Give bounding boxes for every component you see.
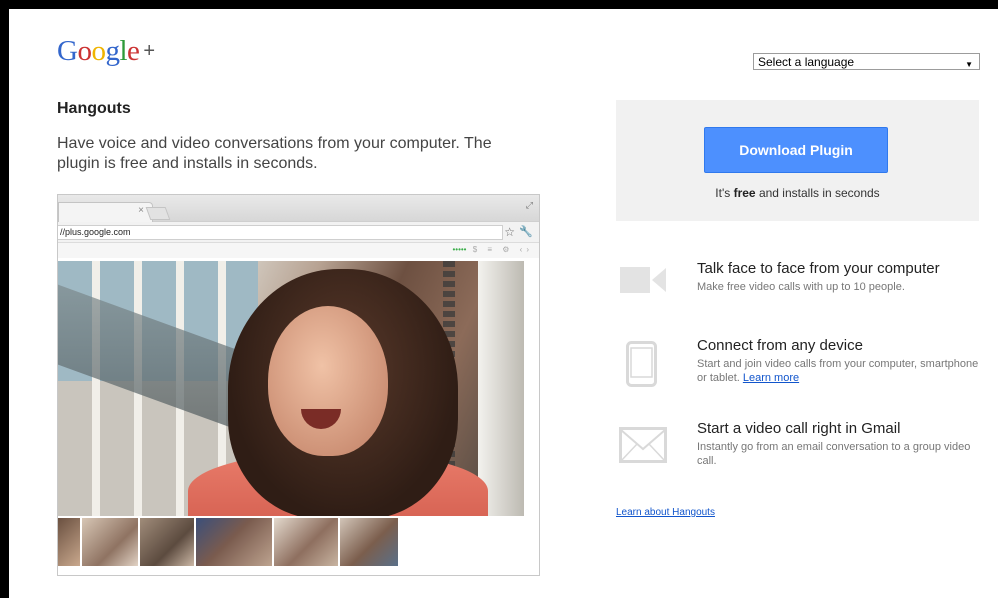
video-camera-icon	[620, 267, 666, 293]
browser-tabbar: × ⤢	[58, 195, 539, 222]
feature-description-text: Start and join video calls from your com…	[697, 358, 979, 384]
download-note: It's free and installs in seconds	[616, 186, 979, 200]
download-note-prefix: It's	[715, 186, 734, 200]
product-tagline: Have voice and video conversations from …	[57, 135, 492, 172]
participant-filmstrip	[58, 516, 539, 568]
url-field: //plus.google.com	[58, 225, 503, 240]
logo-letter: e	[127, 35, 140, 67]
logo-letter: o	[91, 35, 106, 67]
feature-title: Start a video call right in Gmail	[697, 420, 901, 437]
mail-icon	[619, 427, 667, 463]
participant-thumbnail	[82, 518, 138, 566]
learn-about-hangouts-link[interactable]: Learn about Hangouts	[616, 507, 715, 518]
participant-thumbnail	[274, 518, 338, 566]
phone-icon	[626, 341, 657, 387]
browser-tab: ×	[58, 202, 153, 222]
background-post	[478, 261, 524, 516]
google-plus-logo[interactable]: Google +	[57, 35, 155, 68]
signal-icon: •••••	[452, 245, 467, 254]
download-note-free: free	[733, 186, 756, 200]
feature-title: Talk face to face from your computer	[697, 260, 940, 277]
download-plugin-button[interactable]: Download Plugin	[704, 127, 888, 173]
participant-thumbnail	[196, 518, 272, 566]
logo-letter: o	[77, 35, 92, 67]
wrench-icon: 🔧	[519, 226, 533, 238]
page: Google + Select a language ▼ Hangouts Hav…	[9, 9, 998, 598]
logo-plus: +	[143, 40, 155, 62]
page-title: Hangouts	[57, 100, 131, 117]
language-select-value: Select a language	[758, 55, 855, 69]
feature-title: Connect from any device	[697, 337, 863, 354]
browser-addressbar: //plus.google.com ☆ 🔧	[58, 222, 539, 243]
feature-description: Instantly go from an email conversation …	[697, 441, 971, 467]
download-panel: Download Plugin It's free and installs i…	[616, 100, 979, 221]
hangout-screenshot: × ⤢ //plus.google.com ☆ 🔧 ••••• $ ≡ ⚙ ‹›	[57, 194, 540, 576]
logo-letter: l	[119, 35, 128, 67]
expand-icon: ⤢	[525, 200, 533, 210]
language-select[interactable]: Select a language ▼	[753, 53, 980, 70]
participant-thumbnail	[58, 518, 80, 566]
learn-about-hangouts: Learn about Hangouts	[616, 507, 715, 518]
learn-more-link[interactable]: Learn more	[743, 372, 799, 384]
new-tab-icon	[145, 207, 171, 220]
logo-letter: G	[57, 35, 78, 67]
person-face	[268, 306, 388, 456]
hangout-toolbar-icons: ••••• $ ≡ ⚙ ‹›	[452, 245, 533, 254]
close-icon: ×	[138, 205, 144, 216]
star-icon: ☆	[504, 225, 515, 239]
hangout-toolbar: ••••• $ ≡ ⚙ ‹›	[58, 243, 539, 258]
logo-letter: g	[105, 35, 120, 67]
download-note-suffix: and installs in seconds	[755, 186, 880, 200]
feature-description: Make free video calls with up to 10 peop…	[697, 281, 905, 293]
participant-thumbnail	[140, 518, 194, 566]
video-feed	[58, 261, 524, 516]
participant-thumbnail	[340, 518, 398, 566]
dropdown-arrow-icon: ▼	[965, 60, 973, 69]
feature-description: Start and join video calls from your com…	[697, 357, 982, 385]
